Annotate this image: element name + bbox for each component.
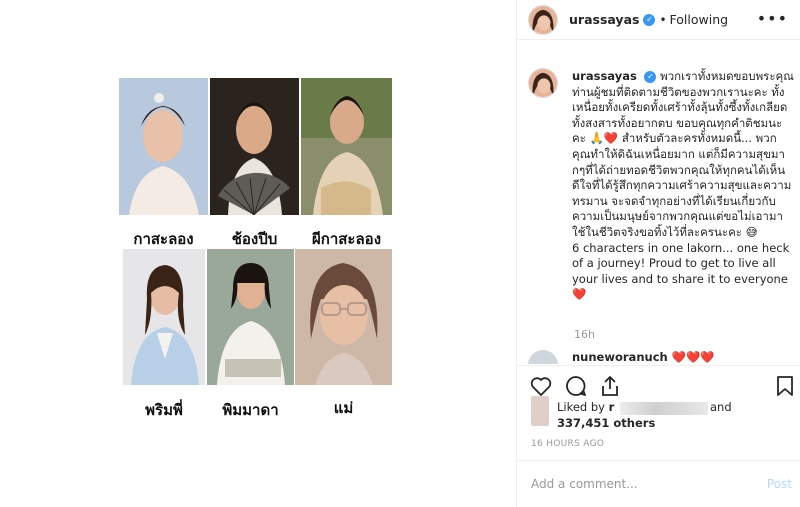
post-caption: urassayas ✓ พวกเราทั้งหมดขอบพระคุณท่านผู… [572, 69, 794, 303]
post-media[interactable]: กาสะลอง ช้องปีบ ผีกาสะลอง พริมพี่ พิมมาด… [0, 0, 517, 507]
action-bar [517, 365, 800, 405]
following-button[interactable]: Following [670, 12, 729, 27]
photo-pimmada [207, 249, 294, 385]
caption-heart-emoji: ❤️ [572, 287, 587, 302]
post-sidebar: urassayas ✓ • Following ••• urassayas ✓ … [517, 0, 800, 507]
liked-by-label: Liked by r [557, 400, 615, 414]
caption-avatar[interactable] [528, 68, 558, 98]
comments-list[interactable]: urassayas ✓ พวกเราทั้งหมดขอบพระคุณท่านผู… [517, 58, 800, 364]
heart-icon[interactable] [529, 374, 553, 398]
photo-primpee [123, 249, 205, 385]
verified-badge-icon: ✓ [643, 13, 656, 26]
and-label: and [710, 400, 732, 414]
caption-text-english: 6 characters in one lakorn... one heck o… [572, 240, 790, 286]
commenter-username[interactable]: nuneworanuch ❤️❤️❤️ [572, 350, 715, 364]
likes-summary: Liked by r and 337,451 others [531, 396, 791, 436]
caption-text-thai: พวกเราทั้งหมดขอบพระคุณท่านผู้ชมที่ติดตาม… [572, 69, 794, 239]
separator-dot: • [659, 12, 667, 27]
caption-kasalong: กาสะลอง [133, 230, 194, 248]
username-link[interactable]: urassayas [569, 12, 639, 27]
caption-primpee: พริมพี่ [145, 401, 183, 419]
liker-avatar[interactable] [531, 396, 549, 426]
caption-chongpeep: ช้องปีบ [231, 230, 278, 248]
photo-kasalong [119, 78, 208, 215]
likes-count-link[interactable]: 337,451 others [557, 416, 655, 430]
comment-box: Add a comment... Post [517, 460, 800, 507]
caption-pimmada: พิมมาดา [222, 401, 279, 419]
comment-item: nuneworanuch ❤️❤️❤️ [528, 350, 798, 364]
comment-icon[interactable] [564, 374, 588, 398]
photo-phi-kasalong [301, 78, 392, 215]
post-button[interactable]: Post [767, 477, 792, 491]
redacted-username [620, 402, 708, 415]
commenter-avatar[interactable] [528, 350, 558, 364]
photo-chongpeep [210, 78, 299, 215]
post-header: urassayas ✓ • Following ••• [517, 0, 800, 40]
caption-username[interactable]: urassayas [572, 69, 637, 83]
avatar[interactable] [528, 4, 558, 35]
more-options-icon[interactable]: ••• [757, 9, 788, 28]
share-icon[interactable] [598, 374, 622, 398]
caption-mae: แม่ [333, 399, 354, 417]
caption-time[interactable]: 16h [574, 328, 595, 341]
liker-username[interactable]: r [609, 400, 615, 414]
character-collage: กาสะลอง ช้องปีบ ผีกาสะลอง พริมพี่ พิมมาด… [119, 78, 392, 419]
caption-verified-icon: ✓ [644, 71, 657, 83]
bookmark-icon[interactable] [773, 374, 797, 398]
comment-input[interactable]: Add a comment... [531, 477, 638, 491]
photo-mae [295, 249, 392, 385]
post-timestamp[interactable]: 16 HOURS AGO [531, 439, 604, 449]
caption-phi-kasalong: ผีกาสะลอง [311, 230, 382, 248]
